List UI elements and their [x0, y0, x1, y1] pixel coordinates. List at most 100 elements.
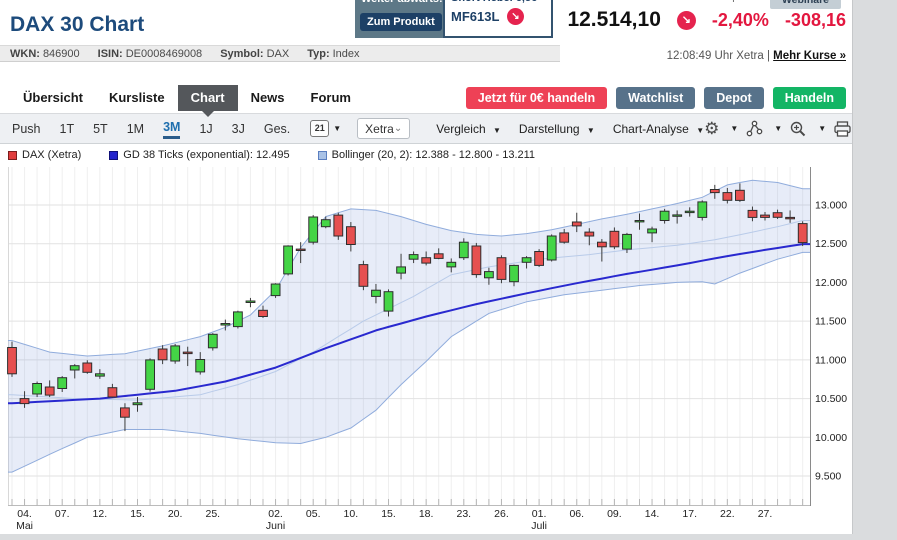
legend-item: DAX (Xetra): [8, 149, 81, 161]
action-buttons: Jetzt für 0€ handeln Watchlist Depot Handel…: [465, 87, 846, 109]
instrument-meta: WKN: 846900 ISIN: DE0008469008 Symbol: DAX Typ…: [0, 45, 560, 62]
svg-text:Juni: Juni: [266, 520, 285, 532]
range-1t[interactable]: 1T: [60, 120, 75, 138]
ad-product-line: Short Hebel 6,56: [451, 0, 537, 4]
printer-icon[interactable]: [833, 120, 852, 138]
tabs: Übersicht Kursliste Chart News Forum: [10, 85, 364, 117]
page-gutter: [852, 0, 897, 540]
legend-swatch: [8, 150, 17, 160]
tab-bar: Übersicht Kursliste Chart News Forum Jetzt f…: [0, 85, 897, 117]
svg-text:09.: 09.: [607, 508, 622, 520]
change-percent: -2,40%: [711, 9, 769, 30]
svg-text:07.: 07.: [55, 508, 70, 520]
tab--bersicht[interactable]: Übersicht: [10, 85, 96, 111]
chevron-down-icon: ▼: [696, 125, 705, 135]
svg-text:10.000: 10.000: [815, 432, 847, 444]
meta-label: Symbol:: [220, 47, 264, 60]
range-ges[interactable]: Ges.: [264, 120, 290, 138]
legend-swatch: [109, 150, 119, 160]
svg-text:11.500: 11.500: [815, 316, 846, 328]
zoom-in-icon[interactable]: [789, 120, 807, 138]
range-push[interactable]: Push: [12, 120, 41, 138]
ad-cta-button[interactable]: Zum Produkt: [360, 13, 442, 31]
watchlist-button[interactable]: Watchlist: [616, 87, 696, 109]
ad-product-panel[interactable]: Short Hebel 6,56 MF613L ↘: [443, 0, 553, 38]
down-arrow-badge-icon: ↘: [507, 8, 524, 25]
quote-row: 12.514,10 ↘ -2,40% -308,16: [567, 8, 846, 32]
svg-text:Juli: Juli: [531, 520, 547, 532]
exchange-selected-value: Xetra: [365, 121, 394, 136]
menu-vergleich[interactable]: Vergleich ▼: [436, 122, 501, 136]
range-1j[interactable]: 1J: [199, 120, 212, 138]
toolbar-menus: Vergleich ▼ Darstellung ▼ Chart-Analyse ▼: [436, 122, 704, 136]
ad-claim-panel: Weiter abwärts! Zum Produkt: [355, 0, 443, 38]
handeln-button[interactable]: Handeln: [772, 87, 846, 109]
svg-text:01.: 01.: [532, 508, 547, 520]
legend-item: GD 38 Ticks (exponential): 12.495: [109, 149, 290, 161]
ad-claim-text: Weiter abwärts!: [361, 0, 443, 5]
range-3m[interactable]: 3M: [163, 118, 181, 139]
svg-text:10.500: 10.500: [815, 393, 847, 405]
calendar-icon: 21: [310, 120, 330, 137]
svg-text:Mai: Mai: [16, 520, 33, 532]
svg-text:9.500: 9.500: [815, 471, 841, 483]
meta-item: Symbol: DAX: [220, 47, 290, 60]
chevron-down-icon[interactable]: ▼: [818, 124, 826, 133]
tab-kursliste[interactable]: Kursliste: [96, 85, 178, 111]
settings-gear-icon[interactable]: ⚙: [704, 119, 719, 138]
ad-banner: Weiter abwärts! Zum Produkt Short Hebel …: [355, 0, 553, 38]
svg-text:22.: 22.: [720, 508, 735, 520]
svg-text:04.: 04.: [17, 508, 32, 520]
chart-canvas[interactable]: 13.00012.50012.00011.50011.00010.50010.0…: [0, 166, 852, 540]
exchange-select[interactable]: Xetra ⌄: [357, 118, 411, 139]
svg-text:10.: 10.: [344, 508, 359, 520]
menu-chart-analyse[interactable]: Chart-Analyse ▼: [613, 122, 704, 136]
chevron-down-icon: ▼: [586, 125, 595, 135]
chart-legend: DAX (Xetra) GD 38 Ticks (exponential): 12…: [0, 144, 852, 166]
tab-forum[interactable]: Forum: [298, 85, 364, 111]
svg-text:18.: 18.: [419, 508, 434, 520]
chevron-down-icon[interactable]: ▼: [730, 124, 738, 133]
candlestick-chart[interactable]: 13.000 12.500 12.000 11.500 11.000 10.500 10.0…: [0, 166, 852, 540]
indicator-nodes-icon[interactable]: [745, 120, 763, 138]
page-title: DAX 30 Chart: [10, 13, 145, 36]
range-1m[interactable]: 1M: [127, 120, 144, 138]
meta-item: ISIN: DE0008469008: [97, 47, 203, 60]
range-5t[interactable]: 5T: [93, 120, 108, 138]
more-quotes-link[interactable]: Mehr Kurse »: [773, 50, 846, 62]
svg-text:15.: 15.: [381, 508, 396, 520]
range-3j[interactable]: 3J: [232, 120, 245, 138]
range-selector: Push 1T 5T 1M 3M 1J 3J Ges.: [12, 118, 290, 139]
svg-text:02.: 02.: [268, 508, 283, 520]
change-absolute: -308,16: [784, 9, 846, 30]
calendar-range-picker[interactable]: 21 ▼: [310, 120, 341, 137]
legend-item: Bollinger (20, 2): 12.388 - 12.800 - 13.…: [317, 149, 535, 161]
svg-text:06.: 06.: [569, 508, 584, 520]
meta-item: WKN: 846900: [10, 47, 80, 60]
svg-text:12.500: 12.500: [815, 238, 847, 250]
bottom-strip: [0, 534, 897, 540]
tab-news[interactable]: News: [238, 85, 298, 111]
meta-item: Typ: Index: [307, 47, 360, 60]
down-arrow-badge-icon: ↘: [676, 10, 696, 30]
menu-darstellung[interactable]: Darstellung ▼: [519, 122, 595, 136]
meta-label: Typ:: [307, 47, 330, 60]
depot-button[interactable]: Depot: [704, 87, 764, 109]
chevron-down-icon[interactable]: ▼: [774, 124, 782, 133]
jetzt-f-r-0-handeln-button[interactable]: Jetzt für 0€ handeln: [465, 87, 608, 109]
meta-label: ISIN:: [97, 47, 123, 60]
header: DAX 30 Chart WKN: 846900 ISIN: DE0008469008…: [0, 0, 897, 85]
tab-chart[interactable]: Chart: [177, 85, 238, 117]
chevron-down-icon: ▼: [333, 124, 342, 133]
chevron-down-icon: ▼: [492, 125, 501, 135]
svg-text:12.: 12.: [93, 508, 108, 520]
specials-label: Specials: [725, 0, 765, 3]
chart-toolbar: Push 1T 5T 1M 3M 1J 3J Ges. 21 ▼ Xetra ⌄ Vergle…: [0, 113, 897, 144]
svg-text:20.: 20.: [168, 508, 183, 520]
svg-text:15.: 15.: [130, 508, 145, 520]
svg-text:11.000: 11.000: [815, 354, 846, 366]
dax-chart-page: DAX 30 Chart WKN: 846900 ISIN: DE0008469008…: [0, 0, 897, 540]
webinare-button[interactable]: Webinare: [769, 0, 841, 9]
last-price: 12.514,10: [567, 8, 661, 31]
svg-text:12.000: 12.000: [815, 277, 847, 289]
